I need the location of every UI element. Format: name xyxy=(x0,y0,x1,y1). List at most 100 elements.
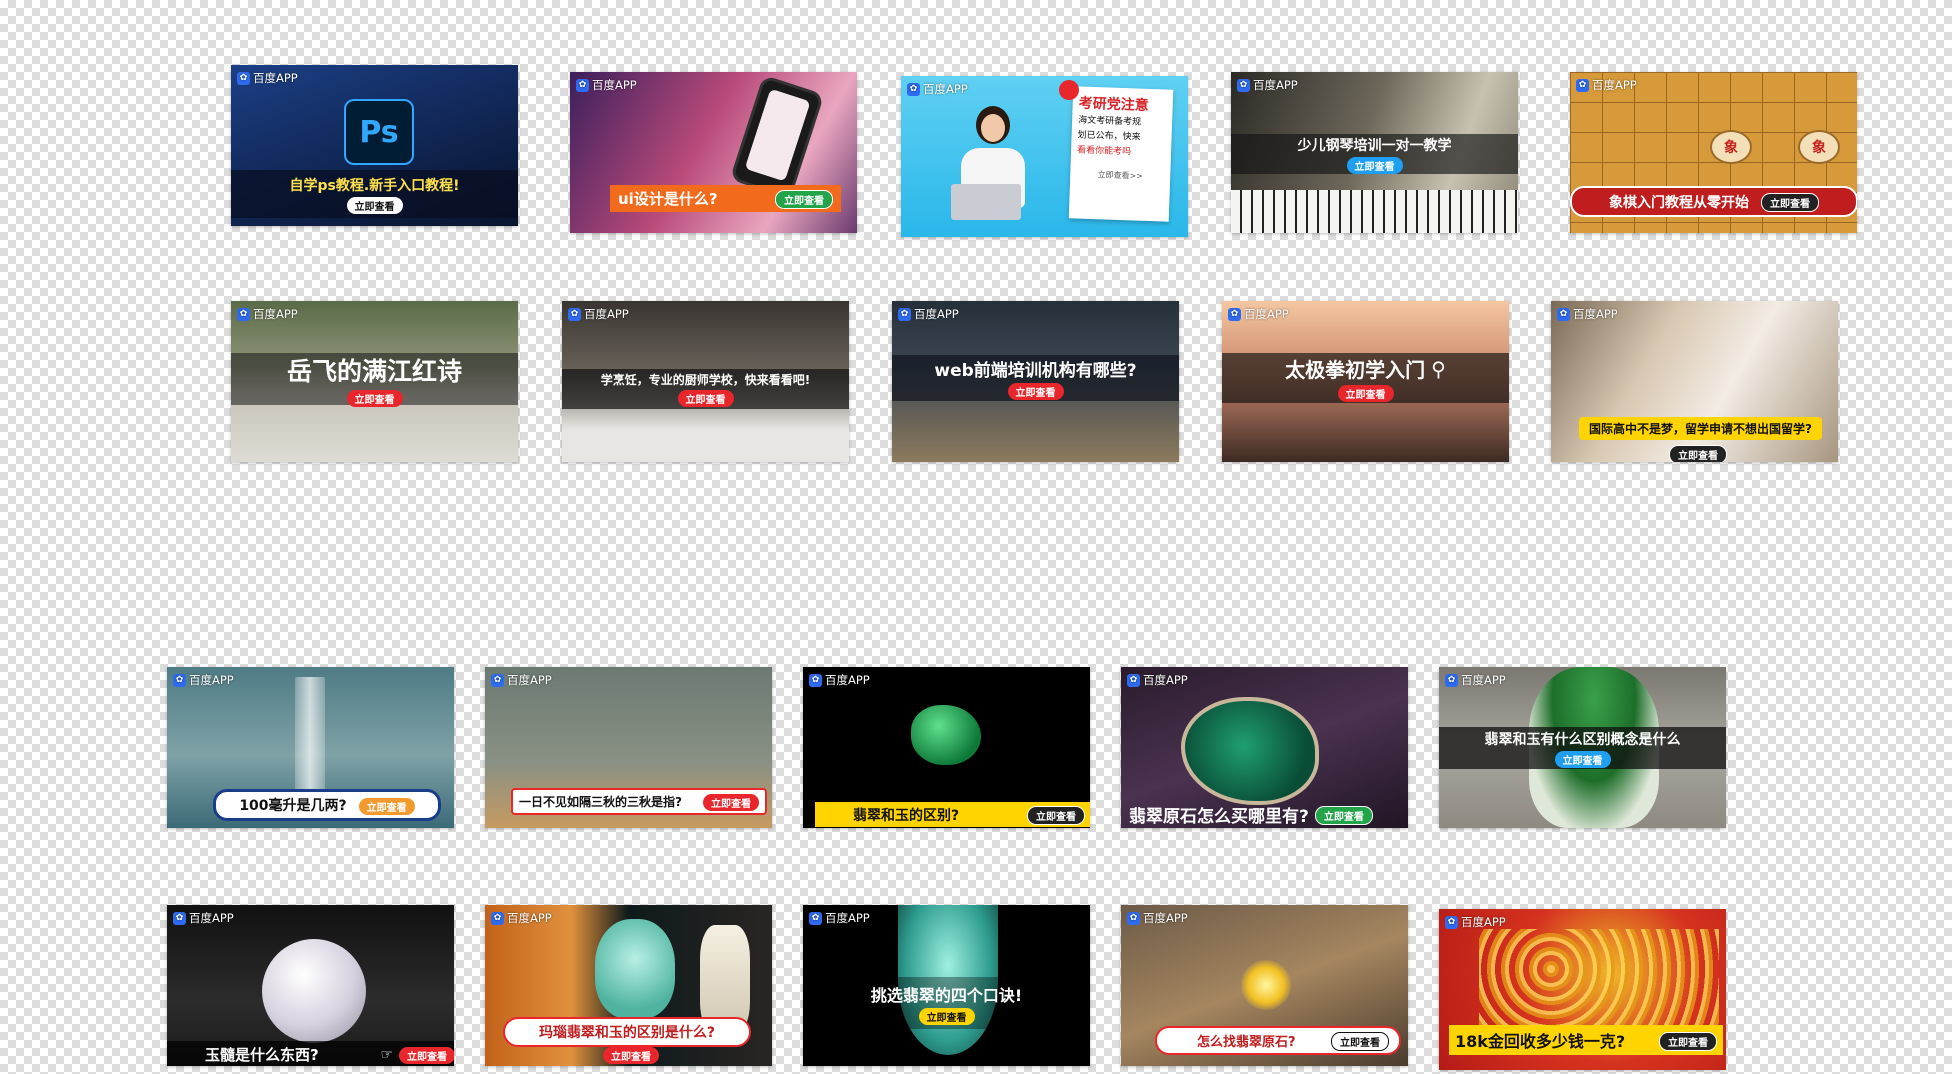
paw-icon: ✿ xyxy=(1127,673,1140,687)
ad-card-agate[interactable]: ✿ 百度APP 玛瑙翡翠和玉的区别是什么? 立即查看 xyxy=(485,905,772,1066)
paw-icon: ✿ xyxy=(1237,78,1250,92)
student-photo xyxy=(941,106,1041,237)
paw-icon: ✿ xyxy=(1127,911,1140,925)
ad-card-jade-concept[interactable]: ✿ 百度APP 翡翠和玉有什么区别概念是什么 立即查看 xyxy=(1439,667,1726,828)
paw-icon: ✿ xyxy=(491,911,504,925)
view-now-button[interactable]: 立即查看 xyxy=(1027,806,1085,825)
view-now-button[interactable]: 立即查看 xyxy=(775,190,833,209)
brand-name: 百度APP xyxy=(507,673,552,687)
view-now-button[interactable]: 立即查看 xyxy=(1314,806,1373,825)
ad-card-ml-to-liang[interactable]: ✿ 百度APP 100毫升是几两? 立即查看 xyxy=(167,667,454,828)
baidu-app-logo: ✿ 百度APP xyxy=(809,672,870,688)
jade-buddha xyxy=(595,919,675,1019)
baidu-app-logo: ✿ 百度APP xyxy=(568,306,629,322)
view-now-button[interactable]: 立即查看 xyxy=(346,196,403,214)
notepad-title: 考研党注意 xyxy=(1078,95,1149,114)
brand-name: 百度APP xyxy=(1592,78,1637,92)
ad-card-18k-gold[interactable]: ✿ 百度APP 18k金回收多少钱一克? 立即查看 xyxy=(1439,909,1726,1070)
baidu-app-logo: ✿ 百度APP xyxy=(1557,306,1618,322)
chalcedony-disc xyxy=(262,939,366,1043)
view-now-button[interactable]: 立即查看 xyxy=(1007,383,1064,400)
ad-card-web-frontend[interactable]: ✿ 百度APP web前端培训机构有哪些? 立即查看 xyxy=(892,301,1179,462)
view-now-button[interactable]: 立即查看 xyxy=(358,797,415,815)
view-now-button[interactable]: 立即查看 xyxy=(1659,1031,1717,1051)
paw-icon: ✿ xyxy=(907,82,920,96)
notepad-line: 看看你能考吗 xyxy=(1076,145,1132,158)
ad-card-ps-tutorial[interactable]: ✿ 百度APP Ps 自学ps教程.新手入口教程! 立即查看 xyxy=(231,65,518,226)
ad-card-kaoyan[interactable]: ✿ 百度APP 考研党注意 海文考研备考规 划已公布，快来 看看你能考吗 立即查看… xyxy=(901,76,1188,237)
view-now-link[interactable]: 立即查看>> xyxy=(1076,166,1164,184)
paw-icon: ✿ xyxy=(173,911,186,925)
ad-card-sanqiu[interactable]: ✿ 百度APP 一日不见如隔三秋的三秋是指? 立即查看 xyxy=(485,667,772,828)
view-now-button[interactable]: 立即查看 xyxy=(346,389,403,407)
green-jade-stone xyxy=(911,705,981,765)
ad-headline: 怎么找翡翠原石? xyxy=(1197,1035,1296,1050)
flashlight-glow xyxy=(1241,960,1291,1010)
view-now-button[interactable]: 立即查看 xyxy=(703,794,759,811)
brand-name: 百度APP xyxy=(1253,78,1298,92)
ad-card-jade-diff[interactable]: ✿ 百度APP 翡翠和玉的区别? 立即查看 xyxy=(803,667,1090,828)
ad-headline: 玛瑙翡翠和玉的区别是什么? xyxy=(538,1025,716,1041)
paw-icon: ✿ xyxy=(809,911,822,925)
ad-headline: 自学ps教程.新手入口教程! xyxy=(289,177,460,194)
baidu-app-logo: ✿ 百度APP xyxy=(237,70,298,86)
ad-card-ui-design[interactable]: ✿ 百度APP ui设计是什么? 立即查看 xyxy=(570,72,857,233)
ad-card-chess[interactable]: ✿ 百度APP 象 象 象棋入门教程从零开始 立即查看 xyxy=(1570,72,1857,233)
baidu-app-logo: ✿ 百度APP xyxy=(1127,672,1188,688)
ad-headline: 太极拳初学入门 xyxy=(1285,358,1426,382)
ad-card-taiji[interactable]: ✿ 百度APP 太极拳初学入门 ⚲ 立即查看 xyxy=(1222,301,1509,462)
view-now-button[interactable]: 立即查看 xyxy=(1337,385,1394,402)
paw-icon: ✿ xyxy=(1445,673,1458,687)
baidu-app-logo: ✿ 百度APP xyxy=(907,81,968,97)
paw-icon: ✿ xyxy=(237,71,250,85)
brand-name: 百度APP xyxy=(1143,911,1188,925)
smartphone-image xyxy=(729,74,825,200)
brand-name: 百度APP xyxy=(1143,673,1188,687)
view-now-button[interactable]: 立即查看 xyxy=(918,1007,975,1025)
measuring-cylinder xyxy=(295,677,325,792)
ad-card-chalcedony[interactable]: ✿ 百度APP 玉髓是什么东西? ☞ 立即查看 xyxy=(167,905,454,1066)
baidu-app-logo: ✿ 百度APP xyxy=(576,77,637,93)
ad-card-four-tips[interactable]: ✿ 百度APP 挑选翡翠的四个口诀! 立即查看 xyxy=(803,905,1090,1066)
view-now-button[interactable]: 立即查看 xyxy=(1346,156,1403,174)
ad-card-piano[interactable]: ✿ 百度APP 少儿钢琴培训一对一教学 立即查看 xyxy=(1231,72,1518,233)
ad-headline: 一日不见如隔三秋的三秋是指? xyxy=(519,795,682,809)
gold-jewelry xyxy=(1479,929,1719,1029)
view-now-button[interactable]: 立即查看 xyxy=(1761,193,1819,212)
view-now-button[interactable]: 立即查看 xyxy=(1669,445,1727,462)
ad-card-raw-jade[interactable]: ✿ 百度APP 翡翠原石怎么买哪里有? 立即查看 xyxy=(1121,667,1408,828)
ad-card-chef-school[interactable]: ✿ 百度APP 学烹饪，专业的厨师学校，快来看看吧! 立即查看 xyxy=(562,301,849,462)
ad-card-find-raw-jade[interactable]: ✿ 百度APP 怎么找翡翠原石? 立即查看 xyxy=(1121,905,1408,1066)
brand-name: 百度APP xyxy=(507,911,552,925)
piano-keys xyxy=(1231,190,1518,233)
view-now-button[interactable]: 立即查看 xyxy=(1554,750,1611,768)
view-now-button[interactable]: 立即查看 xyxy=(677,390,734,407)
ad-headline: 翡翠和玉有什么区别概念是什么 xyxy=(1484,731,1681,748)
notepad: 考研党注意 海文考研备考规 划已公布，快来 看看你能考吗 立即查看>> xyxy=(1068,86,1174,222)
ad-headline: ui设计是什么? xyxy=(618,190,718,208)
paw-icon: ✿ xyxy=(809,673,822,687)
raw-jade-stone xyxy=(1181,697,1319,805)
paw-icon: ✿ xyxy=(491,673,504,687)
brand-name: 百度APP xyxy=(253,71,298,85)
ad-card-yuefei[interactable]: ✿ 百度APP 岳飞的满江红诗 立即查看 xyxy=(231,301,518,462)
ad-card-intl-school[interactable]: ✿ 百度APP 国际高中不是梦，留学申请不想出国留学? 立即查看 xyxy=(1551,301,1838,462)
paw-icon: ✿ xyxy=(173,673,186,687)
view-now-button[interactable]: 立即查看 xyxy=(1331,1032,1389,1051)
view-now-button[interactable]: 立即查看 xyxy=(399,1047,454,1064)
brand-name: 百度APP xyxy=(825,673,870,687)
paw-icon: ✿ xyxy=(237,307,250,321)
ad-headline: 国际高中不是梦，留学申请不想出国留学? xyxy=(1589,422,1812,436)
brand-name: 百度APP xyxy=(584,307,629,321)
red-pin xyxy=(1059,80,1079,100)
paw-icon: ✿ xyxy=(1576,78,1589,92)
ad-headline: 少儿钢琴培训一对一教学 xyxy=(1297,137,1452,154)
view-now-button[interactable]: 立即查看 xyxy=(603,1047,659,1064)
ad-headline: 100毫升是几两? xyxy=(239,798,347,814)
brand-name: 百度APP xyxy=(825,911,870,925)
chess-piece: 象 xyxy=(1710,130,1752,164)
brand-name: 百度APP xyxy=(592,78,637,92)
baidu-app-logo: ✿ 百度APP xyxy=(1576,77,1637,93)
brand-name: 百度APP xyxy=(189,911,234,925)
baidu-app-logo: ✿ 百度APP xyxy=(173,910,234,926)
